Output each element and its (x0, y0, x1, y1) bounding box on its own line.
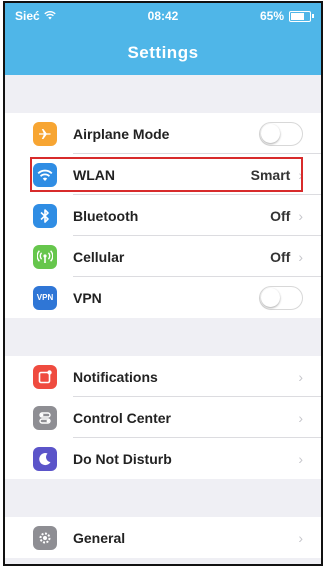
chevron-right-icon: › (298, 409, 303, 426)
row-label: Control Center (73, 409, 171, 426)
row-general[interactable]: General › (5, 517, 321, 558)
vpn-toggle[interactable] (259, 285, 303, 310)
section-spacer (5, 318, 321, 356)
row-control-center[interactable]: Control Center › (5, 397, 321, 438)
page-title: Settings (127, 43, 199, 62)
chevron-right-icon: › (298, 248, 303, 265)
section-spacer (5, 479, 321, 517)
control-center-icon (33, 405, 57, 430)
group-connectivity: Airplane Mode WLAN Smart › Bluetooth Off… (5, 113, 321, 318)
status-bar: Sieć 08:42 65% (5, 3, 321, 31)
row-wlan[interactable]: WLAN Smart › (5, 154, 321, 195)
row-label: WLAN (73, 166, 115, 183)
chevron-right-icon: › (298, 368, 303, 385)
vpn-icon: VPN (33, 285, 57, 310)
battery-icon (289, 10, 314, 22)
row-airplane-mode[interactable]: Airplane Mode (5, 113, 321, 154)
row-do-not-disturb[interactable]: Do Not Disturb › (5, 438, 321, 479)
row-bluetooth[interactable]: Bluetooth Off › (5, 195, 321, 236)
section-spacer (5, 75, 321, 113)
cellular-icon (33, 244, 57, 269)
row-vpn[interactable]: VPN VPN (5, 277, 321, 318)
airplane-mode-toggle[interactable] (259, 121, 303, 146)
battery-percent: 65% (259, 9, 284, 23)
row-value: Smart (250, 166, 291, 183)
group-general: General › (5, 517, 321, 558)
row-label: Do Not Disturb (73, 450, 172, 467)
row-label: Bluetooth (73, 207, 139, 224)
battery-status: 65% (259, 9, 314, 23)
row-label: Airplane Mode (73, 125, 170, 142)
row-label: Notifications (73, 368, 158, 385)
notifications-icon (33, 364, 57, 389)
chevron-right-icon: › (298, 529, 303, 546)
row-label: VPN (73, 289, 102, 306)
chevron-right-icon: › (298, 207, 303, 224)
airplane-icon (33, 121, 57, 146)
row-value: Off (270, 207, 291, 224)
row-cellular[interactable]: Cellular Off › (5, 236, 321, 277)
row-value: Off (270, 248, 291, 265)
nav-bar: Settings (5, 31, 321, 75)
settings-list: Airplane Mode WLAN Smart › Bluetooth Off… (5, 75, 321, 564)
phone-screen: Sieć 08:42 65% Settings Airplane Mode WL… (3, 1, 323, 566)
group-system: Notifications › Control Center › Do Not … (5, 356, 321, 479)
chevron-right-icon: › (298, 450, 303, 467)
row-notifications[interactable]: Notifications › (5, 356, 321, 397)
wifi-icon (33, 162, 57, 187)
chevron-right-icon: › (298, 166, 303, 183)
bluetooth-icon (33, 203, 57, 228)
row-label: General (73, 529, 126, 546)
moon-icon (33, 446, 57, 471)
gear-icon (33, 525, 57, 550)
row-label: Cellular (73, 248, 125, 265)
